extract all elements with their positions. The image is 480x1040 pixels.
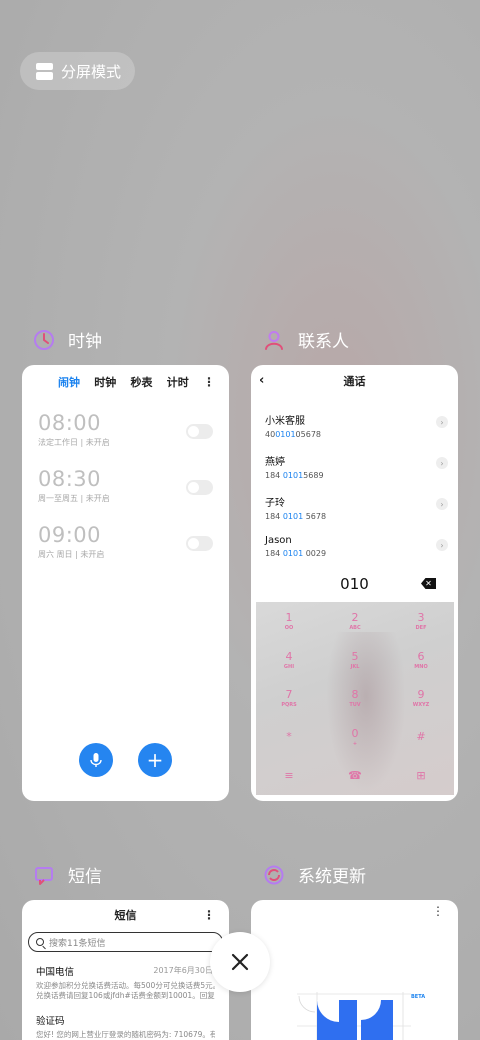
dial-key-hash[interactable]: # bbox=[388, 718, 454, 757]
back-arrow-icon[interactable]: ‹ bbox=[259, 373, 264, 388]
app-label-sms[interactable]: 短信 bbox=[32, 862, 102, 887]
contact-name: Jason bbox=[265, 535, 292, 546]
message-sender: 验证码 bbox=[36, 1016, 65, 1027]
sms-header: 短信 ⋮ bbox=[22, 900, 229, 930]
tab-timer[interactable]: 计时 bbox=[167, 374, 189, 390]
dial-key-8[interactable]: 8 TUV bbox=[322, 679, 388, 718]
message-item[interactable]: 中国电信 2017年6月30日 欢迎参加积分兑换话费活动。每500分可兑换话费5… bbox=[22, 952, 229, 1001]
app-label-clock[interactable]: 时钟 bbox=[32, 327, 102, 352]
dialed-number-display: 010 ✕ bbox=[251, 566, 458, 602]
alarm-row[interactable]: 09:00 周六 周日 | 未开启 bbox=[22, 509, 229, 565]
dial-key-3[interactable]: 3 DEF bbox=[388, 602, 454, 641]
clock-app-card[interactable]: 闹钟 时钟 秒表 计时 ⋮ 08:00 法定工作日 | 未开启 08:30 周一… bbox=[22, 365, 229, 801]
beta-badge: BETA bbox=[411, 994, 426, 1000]
alarm-toggle[interactable] bbox=[186, 536, 213, 551]
clock-app-icon bbox=[32, 328, 56, 352]
contacts-app-card[interactable]: ‹ 通话 小米客服 40010105678 › 燕婷 184 01015689 … bbox=[251, 365, 458, 801]
contacts-header: ‹ 通话 bbox=[251, 366, 458, 396]
split-screen-label: 分屏模式 bbox=[61, 62, 122, 81]
contact-number: 184 0101 5678 bbox=[265, 512, 327, 521]
contact-name: 燕婷 bbox=[265, 457, 285, 468]
update-app-icon bbox=[262, 863, 286, 887]
add-alarm-button[interactable]: + bbox=[138, 743, 172, 777]
call-icon[interactable]: ☎ bbox=[322, 756, 388, 795]
split-screen-icon bbox=[36, 62, 53, 80]
app-label-contacts[interactable]: 联系人 bbox=[262, 327, 349, 352]
update-illustration bbox=[297, 992, 411, 1040]
dial-key-0[interactable]: 0 + bbox=[322, 718, 388, 757]
contact-row[interactable]: 燕婷 184 01015689 › bbox=[251, 443, 458, 484]
chevron-right-icon[interactable]: › bbox=[436, 416, 448, 428]
app-label-text: 短信 bbox=[68, 867, 102, 887]
microphone-icon bbox=[90, 753, 102, 767]
more-options-icon[interactable]: ⋮ bbox=[203, 375, 215, 389]
menu-icon[interactable]: ≡ bbox=[256, 756, 322, 795]
contact-row[interactable]: 小米客服 40010105678 › bbox=[251, 402, 458, 443]
dial-key-4[interactable]: 4 GHI bbox=[256, 641, 322, 680]
clock-tab-bar: 闹钟 时钟 秒表 计时 ⋮ bbox=[22, 367, 229, 397]
alarm-toggle[interactable] bbox=[186, 424, 213, 439]
alarm-toggle[interactable] bbox=[186, 480, 213, 495]
chevron-right-icon[interactable]: › bbox=[436, 539, 448, 551]
app-label-update[interactable]: 系统更新 bbox=[262, 862, 366, 887]
page-title: 短信 bbox=[114, 909, 137, 922]
page-title: 通话 bbox=[343, 375, 366, 388]
alarm-row[interactable]: 08:30 周一至周五 | 未开启 bbox=[22, 453, 229, 509]
app-label-text: 联系人 bbox=[298, 332, 349, 352]
chevron-right-icon[interactable]: › bbox=[436, 498, 448, 510]
contact-name: 小米客服 bbox=[265, 416, 305, 427]
dial-key-6[interactable]: 6 MNO bbox=[388, 641, 454, 680]
close-icon bbox=[231, 953, 249, 971]
backspace-icon[interactable]: ✕ bbox=[421, 578, 436, 589]
tab-alarm[interactable]: 闹钟 bbox=[58, 374, 80, 390]
contacts-app-icon bbox=[262, 328, 286, 352]
dial-key-1[interactable]: 1 OO bbox=[256, 602, 322, 641]
dial-key-2[interactable]: 2 ABC bbox=[322, 602, 388, 641]
sms-app-icon bbox=[32, 863, 56, 887]
update-app-card[interactable]: ⋮ BETA bbox=[251, 900, 458, 1040]
dial-key-9[interactable]: 9 WXYZ bbox=[388, 679, 454, 718]
tab-clock[interactable]: 时钟 bbox=[94, 374, 116, 390]
app-label-text: 时钟 bbox=[68, 332, 102, 352]
alarm-row[interactable]: 08:00 法定工作日 | 未开启 bbox=[22, 397, 229, 453]
keypad-toggle-icon[interactable]: ⊞ bbox=[388, 756, 454, 795]
voice-alarm-button[interactable] bbox=[79, 743, 113, 777]
chevron-right-icon[interactable]: › bbox=[436, 457, 448, 469]
contact-number: 40010105678 bbox=[265, 430, 321, 439]
app-label-text: 系统更新 bbox=[298, 867, 366, 887]
sms-search-input[interactable]: 搜索11条短信 bbox=[28, 932, 223, 952]
message-preview: 欢迎参加积分兑换话费活动。每500分可兑换话费5元。 兑换话费请回复106或jfd… bbox=[36, 981, 215, 1000]
message-preview: 您好! 您的网上营业厅登录的随机密码为: 710679。有 bbox=[36, 1030, 215, 1039]
contact-row[interactable]: 子玲 184 0101 5678 › bbox=[251, 484, 458, 525]
close-all-button[interactable] bbox=[210, 932, 270, 992]
contact-row[interactable]: Jason 184 0101 0029 › bbox=[251, 525, 458, 566]
message-date: 2017年6月30日 bbox=[153, 966, 213, 975]
search-icon bbox=[36, 938, 44, 946]
sms-app-card[interactable]: 短信 ⋮ 搜索11条短信 中国电信 2017年6月30日 欢迎参加积分兑换话费活… bbox=[22, 900, 229, 1040]
dial-key-7[interactable]: 7 PQRS bbox=[256, 679, 322, 718]
more-options-icon[interactable]: ⋮ bbox=[203, 908, 215, 922]
dialed-number: 010 bbox=[340, 575, 369, 593]
dial-keypad: 1 OO 2 ABC 3 DEF 4 GHI 5 JKL 6 MNO 7 PQRS 8 TUV … bbox=[256, 602, 454, 795]
message-item[interactable]: 验证码 您好! 您的网上营业厅登录的随机密码为: 710679。有 bbox=[22, 1001, 229, 1040]
split-screen-button[interactable]: 分屏模式 bbox=[20, 52, 135, 90]
contact-name: 子玲 bbox=[265, 498, 285, 509]
dial-key-5[interactable]: 5 JKL bbox=[322, 641, 388, 680]
contact-number: 184 01015689 bbox=[265, 471, 324, 480]
contact-number: 184 0101 0029 bbox=[265, 549, 327, 558]
dial-key-star[interactable]: * bbox=[256, 718, 322, 757]
search-placeholder: 搜索11条短信 bbox=[49, 938, 106, 949]
tab-stopwatch[interactable]: 秒表 bbox=[131, 374, 153, 390]
